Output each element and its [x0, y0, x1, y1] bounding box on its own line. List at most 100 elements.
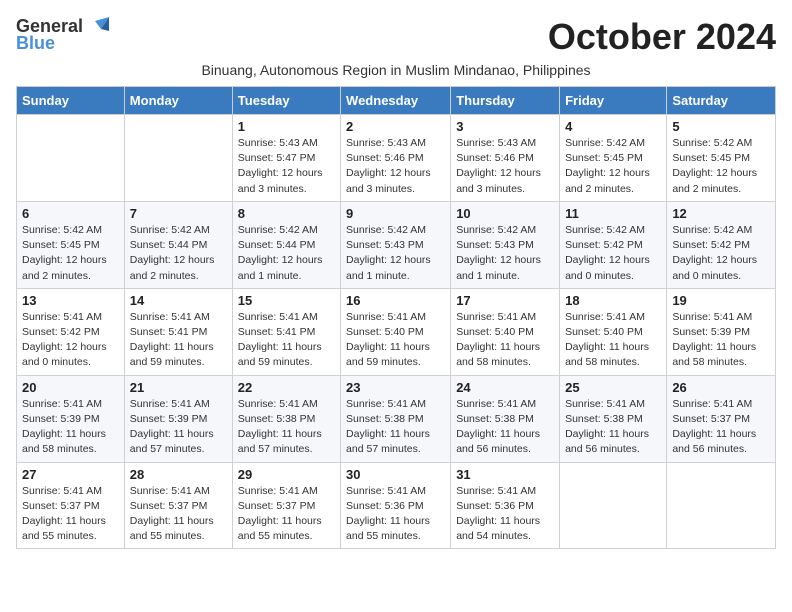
sunset-text: Sunset: 5:39 PM — [672, 326, 750, 338]
day-info: Sunrise: 5:41 AMSunset: 5:38 PMDaylight:… — [346, 397, 445, 458]
table-row: 9Sunrise: 5:42 AMSunset: 5:43 PMDaylight… — [341, 201, 451, 288]
daylight-text: Daylight: 11 hours and 57 minutes. — [130, 428, 214, 455]
header-monday: Monday — [124, 87, 232, 115]
day-info: Sunrise: 5:41 AMSunset: 5:37 PMDaylight:… — [672, 397, 770, 458]
day-number: 7 — [130, 206, 227, 221]
sunrise-text: Sunrise: 5:42 AM — [565, 137, 645, 149]
day-number: 5 — [672, 119, 770, 134]
day-number: 29 — [238, 467, 335, 482]
sunrise-text: Sunrise: 5:41 AM — [238, 485, 318, 497]
table-row: 22Sunrise: 5:41 AMSunset: 5:38 PMDayligh… — [232, 375, 340, 462]
table-row: 10 Sunrise: 5:42 AMSunset: 5:43 PMDayligh… — [451, 201, 560, 288]
sunset-text: Sunset: 5:45 PM — [672, 152, 750, 164]
calendar-week-row: 13 Sunrise: 5:41 AM Sunset: 5:42 PM Dayligh… — [17, 288, 776, 375]
daylight-text: Daylight: 12 hours and 2 minutes. — [130, 254, 215, 281]
logo-blue-text: Blue — [16, 33, 55, 54]
daylight-text: Daylight: 11 hours and 59 minutes. — [346, 341, 430, 368]
table-row: 14Sunrise: 5:41 AMSunset: 5:41 PMDayligh… — [124, 288, 232, 375]
sunrise-text: Sunrise: 5:41 AM — [130, 398, 210, 410]
logo: General Blue — [16, 16, 109, 54]
day-number: 2 — [346, 119, 445, 134]
sunrise-text: Sunrise: 5:41 AM — [672, 311, 752, 323]
day-number: 1 — [238, 119, 335, 134]
table-row: 6 Sunrise: 5:42 AM Sunset: 5:45 PM Daylight… — [17, 201, 125, 288]
day-info: Sunrise: 5:42 AMSunset: 5:43 PMDaylight:… — [456, 223, 554, 284]
header-saturday: Saturday — [667, 87, 776, 115]
table-row: 19Sunrise: 5:41 AMSunset: 5:39 PMDayligh… — [667, 288, 776, 375]
day-number: 21 — [130, 380, 227, 395]
table-row: 29 Sunrise: 5:41 AMSunset: 5:37 PMDayligh… — [232, 462, 340, 549]
daylight-text: Daylight: 12 hours and 1 minute. — [238, 254, 323, 281]
day-info: Sunrise: 5:41 AMSunset: 5:36 PMDaylight:… — [346, 484, 445, 545]
daylight-text: Daylight: 12 hours and 1 minute. — [346, 254, 431, 281]
sunrise-text: Sunrise: 5:41 AM — [456, 311, 536, 323]
day-info: Sunrise: 5:41 AMSunset: 5:40 PMDaylight:… — [565, 310, 661, 371]
table-row: 25Sunrise: 5:41 AMSunset: 5:38 PMDayligh… — [560, 375, 667, 462]
sunset-text: Sunset: 5:46 PM — [456, 152, 534, 164]
header-wednesday: Wednesday — [341, 87, 451, 115]
day-info: Sunrise: 5:41 AMSunset: 5:37 PMDaylight:… — [238, 484, 335, 545]
day-number: 16 — [346, 293, 445, 308]
daylight-text: Daylight: 12 hours and 3 minutes. — [346, 167, 431, 194]
day-info: Sunrise: 5:41 AMSunset: 5:40 PMDaylight:… — [346, 310, 445, 371]
sunrise-text: Sunrise: 5:42 AM — [22, 224, 102, 236]
day-info: Sunrise: 5:42 AMSunset: 5:42 PMDaylight:… — [565, 223, 661, 284]
day-info: Sunrise: 5:41 AMSunset: 5:39 PMDaylight:… — [130, 397, 227, 458]
sunset-text: Sunset: 5:40 PM — [346, 326, 424, 338]
day-info: Sunrise: 5:41 AMSunset: 5:41 PMDaylight:… — [238, 310, 335, 371]
table-row: 18Sunrise: 5:41 AMSunset: 5:40 PMDayligh… — [560, 288, 667, 375]
table-row: 30Sunrise: 5:41 AMSunset: 5:36 PMDayligh… — [341, 462, 451, 549]
table-row: 13Sunrise: 5:41 AMSunset: 5:42 PMDayligh… — [17, 288, 125, 375]
header-thursday: Thursday — [451, 87, 560, 115]
calendar-subtitle: Binuang, Autonomous Region in Muslim Min… — [16, 62, 776, 78]
day-number: 11 — [565, 206, 661, 221]
header-tuesday: Tuesday — [232, 87, 340, 115]
day-info: Sunrise: 5:41 AMSunset: 5:37 PMDaylight:… — [130, 484, 227, 545]
sunrise-text: Sunrise: 5:42 AM — [238, 224, 318, 236]
daylight-text: Daylight: 11 hours and 56 minutes. — [456, 428, 540, 455]
table-row: 8 Sunrise: 5:42 AMSunset: 5:44 PMDaylight… — [232, 201, 340, 288]
sunset-text: Sunset: 5:42 PM — [672, 239, 750, 251]
table-row: 21 Sunrise: 5:41 AMSunset: 5:39 PMDayligh… — [124, 375, 232, 462]
sunset-text: Sunset: 5:41 PM — [238, 326, 316, 338]
sunrise-text: Sunrise: 5:42 AM — [346, 224, 426, 236]
daylight-text: Daylight: 12 hours and 2 minutes. — [22, 254, 107, 281]
sunset-text: Sunset: 5:45 PM — [22, 239, 100, 251]
table-row: 23Sunrise: 5:41 AMSunset: 5:38 PMDayligh… — [341, 375, 451, 462]
sunset-text: Sunset: 5:40 PM — [565, 326, 643, 338]
day-info: Sunrise: 5:42 AMSunset: 5:44 PMDaylight:… — [130, 223, 227, 284]
daylight-text: Daylight: 11 hours and 55 minutes. — [130, 515, 214, 542]
day-number: 8 — [238, 206, 335, 221]
daylight-text: Daylight: 11 hours and 58 minutes. — [22, 428, 106, 455]
sunset-text: Sunset: 5:43 PM — [456, 239, 534, 251]
day-number: 17 — [456, 293, 554, 308]
sunset-text: Sunset: 5:38 PM — [456, 413, 534, 425]
day-number: 6 — [22, 206, 119, 221]
sunset-text: Sunset: 5:42 PM — [565, 239, 643, 251]
sunset-text: Sunset: 5:37 PM — [672, 413, 750, 425]
daylight-text: Daylight: 11 hours and 58 minutes. — [456, 341, 540, 368]
day-number: 10 — [456, 206, 554, 221]
day-info: Sunrise: 5:42 AMSunset: 5:45 PMDaylight:… — [672, 136, 770, 197]
day-info: Sunrise: 5:42 AM Sunset: 5:45 PM Daylight:… — [22, 223, 119, 284]
sunrise-text: Sunrise: 5:42 AM — [130, 224, 210, 236]
sunrise-text: Sunrise: 5:42 AM — [672, 137, 752, 149]
daylight-text: Daylight: 11 hours and 56 minutes. — [565, 428, 649, 455]
sunrise-text: Sunrise: 5:41 AM — [456, 398, 536, 410]
logo-bird-icon — [87, 17, 109, 37]
day-number: 12 — [672, 206, 770, 221]
day-info: Sunrise: 5:42 AMSunset: 5:44 PMDaylight:… — [238, 223, 335, 284]
sunset-text: Sunset: 5:37 PM — [22, 500, 100, 512]
sunset-text: Sunset: 5:37 PM — [130, 500, 208, 512]
sunset-text: Sunset: 5:38 PM — [238, 413, 316, 425]
table-row: 7 Sunrise: 5:42 AMSunset: 5:44 PMDaylight… — [124, 201, 232, 288]
table-row: 31Sunrise: 5:41 AMSunset: 5:36 PMDayligh… — [451, 462, 560, 549]
sunset-text: Sunset: 5:47 PM — [238, 152, 316, 164]
sunrise-text: Sunrise: 5:41 AM — [672, 398, 752, 410]
table-row: 17Sunrise: 5:41 AMSunset: 5:40 PMDayligh… — [451, 288, 560, 375]
daylight-text: Daylight: 12 hours and 1 minute. — [456, 254, 541, 281]
weekday-header-row: Sunday Monday Tuesday Wednesday Thursday… — [17, 87, 776, 115]
sunset-text: Sunset: 5:42 PM — [22, 326, 100, 338]
day-number: 13 — [22, 293, 119, 308]
daylight-text: Daylight: 11 hours and 59 minutes. — [238, 341, 322, 368]
